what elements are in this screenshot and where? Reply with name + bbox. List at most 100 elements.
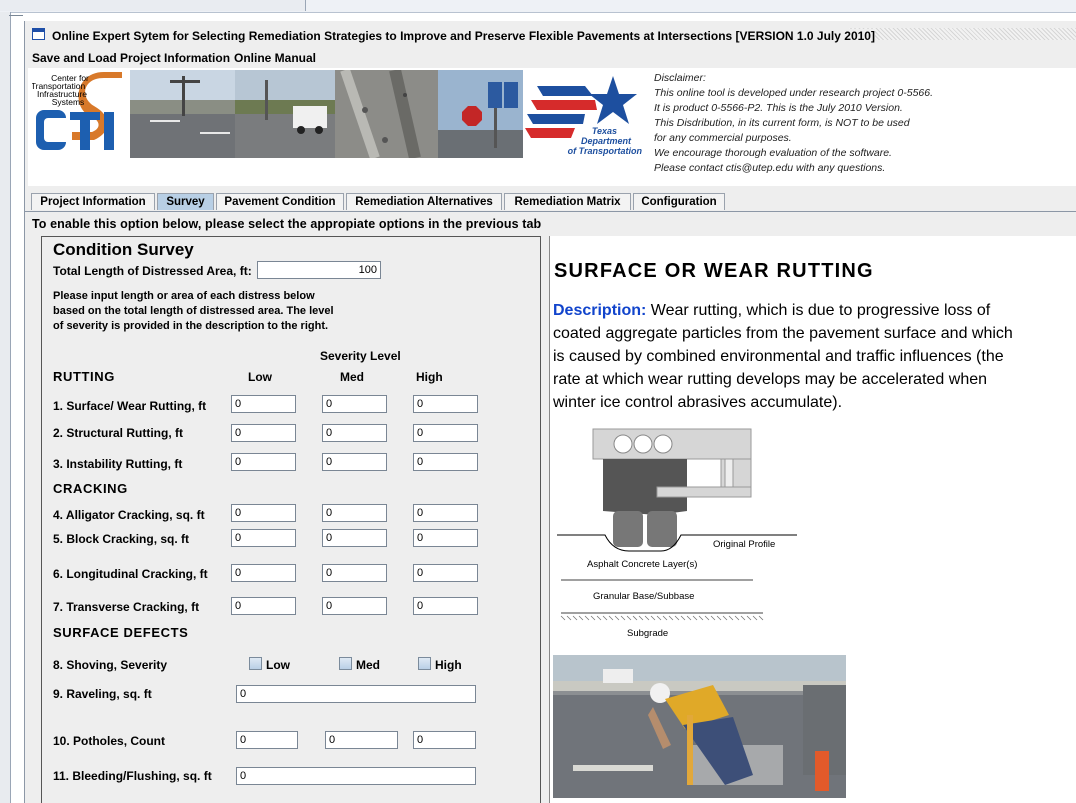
- potholes-low-input[interactable]: 0: [236, 731, 298, 749]
- window-title: Online Expert Sytem for Selecting Remedi…: [52, 29, 875, 43]
- browser-top-strip: [0, 0, 1076, 13]
- row-label: 7. Transverse Cracking, ft: [53, 600, 200, 614]
- surface-rutting-low-input[interactable]: 0: [231, 395, 296, 413]
- instructions-line: Please input length or area of each dist…: [53, 290, 315, 302]
- browser-tab[interactable]: [0, 0, 306, 11]
- txdot-logo: Texas Department of Transportation: [525, 76, 643, 156]
- total-length-input[interactable]: 100: [257, 261, 381, 279]
- disclaimer-line: This Disdribution, in its current form, …: [654, 117, 910, 129]
- ctis-logo: Center for Transportation Infrastructure…: [32, 72, 122, 150]
- shoving-high-label: High: [435, 658, 462, 672]
- description-line: coated aggregate particles from the pave…: [553, 325, 1013, 342]
- pavement-photo: [335, 70, 438, 158]
- transverse-cracking-high-input[interactable]: 0: [413, 597, 478, 615]
- row-label: 6. Longitudinal Cracking, ft: [53, 567, 208, 581]
- instability-rutting-low-input[interactable]: 0: [231, 453, 296, 471]
- diagram-base: Granular Base/Subbase: [593, 591, 694, 602]
- transverse-cracking-low-input[interactable]: 0: [231, 597, 296, 615]
- txdot-text-3: of Transportation: [568, 146, 643, 156]
- potholes-label: 10. Potholes, Count: [53, 734, 166, 748]
- level-low: Low: [248, 370, 272, 384]
- disclaimer-line: We encourage thorough evaluation of the …: [654, 147, 892, 159]
- diagram-asphalt: Asphalt Concrete Layer(s): [587, 559, 697, 570]
- section-surface-defects: SURFACE DEFECTS: [53, 625, 189, 640]
- longitudinal-cracking-med-input[interactable]: 0: [322, 564, 387, 582]
- disclaimer-line: Disclaimer:: [654, 72, 706, 84]
- instability-rutting-med-input[interactable]: 0: [322, 453, 387, 471]
- block-cracking-med-input[interactable]: 0: [322, 529, 387, 547]
- diagram-subgrade: Subgrade: [627, 628, 668, 639]
- longitudinal-cracking-low-input[interactable]: 0: [231, 564, 296, 582]
- description-keyword: Description:: [553, 302, 647, 319]
- window-icon: [32, 28, 45, 40]
- instructions-line: of severity is provided in the descripti…: [53, 320, 329, 332]
- diagram-original-profile: Original Profile: [713, 539, 775, 550]
- raveling-label: 9. Raveling, sq. ft: [53, 687, 152, 701]
- surface-rutting-high-input[interactable]: 0: [413, 395, 478, 413]
- row-label: 4. Alligator Cracking, sq. ft: [53, 508, 205, 522]
- shoving-med-label: Med: [356, 658, 380, 672]
- row-label: 5. Block Cracking, sq. ft: [53, 532, 190, 546]
- description-line: Description: Wear rutting, which is due …: [553, 302, 990, 320]
- alligator-cracking-high-input[interactable]: 0: [413, 504, 478, 522]
- row-label: 1. Surface/ Wear Rutting, ft: [53, 399, 207, 413]
- enable-notice: To enable this option below, please sele…: [32, 217, 542, 231]
- potholes-high-input[interactable]: 0: [413, 731, 476, 749]
- street-signs-photo: [438, 70, 523, 158]
- section-rutting: RUTTING: [53, 369, 115, 384]
- description-line: winter ice control abrasives accumulate)…: [553, 394, 843, 411]
- disclaimer-line: for any commercial purposes.: [654, 132, 792, 144]
- section-cracking: CRACKING: [53, 481, 128, 496]
- surface-rutting-med-input[interactable]: 0: [322, 395, 387, 413]
- instructions-line: based on the total length of distressed …: [53, 305, 334, 317]
- shoving-med-checkbox[interactable]: [339, 657, 352, 670]
- intersection-photo-2: [235, 70, 335, 158]
- wear-rutting-diagram: Original Profile Asphalt Concrete Layer(…: [557, 428, 797, 639]
- disclaimer-line: Please contact ctis@utep.edu with any qu…: [654, 162, 886, 174]
- structural-rutting-high-input[interactable]: 0: [413, 424, 478, 442]
- bleeding-label: 11. Bleeding/Flushing, sq. ft: [53, 769, 212, 783]
- tab-survey[interactable]: Survey: [157, 193, 214, 210]
- description-line: is caused by combined environmental and …: [553, 348, 1004, 365]
- txdot-text-2: Department: [581, 136, 632, 146]
- tab-configuration[interactable]: Configuration: [633, 193, 725, 210]
- menu-online-manual[interactable]: Online Manual: [234, 51, 316, 65]
- txdot-text-1: Texas: [592, 126, 617, 136]
- left-edge-bar: [0, 12, 23, 803]
- description-line: rate at which wear rutting develops may …: [553, 371, 988, 388]
- tab-remediation-matrix[interactable]: Remediation Matrix: [504, 193, 631, 210]
- raveling-input[interactable]: 0: [236, 685, 476, 703]
- shoving-low-checkbox[interactable]: [249, 657, 262, 670]
- tab-pavement-condition[interactable]: Pavement Condition: [216, 193, 344, 210]
- disclaimer-line: It is product 0-5566-P2. This is the Jul…: [654, 102, 903, 114]
- disclaimer-line: This online tool is developed under rese…: [654, 87, 934, 99]
- tab-remediation-alternatives[interactable]: Remediation Alternatives: [346, 193, 502, 210]
- field-inspection-photo: [553, 655, 846, 798]
- description-heading: SURFACE OR WEAR RUTTING: [554, 260, 874, 282]
- severity-header: Severity Level: [320, 349, 401, 363]
- tab-project-information[interactable]: Project Information: [31, 193, 155, 210]
- potholes-med-input[interactable]: 0: [325, 731, 398, 749]
- structural-rutting-med-input[interactable]: 0: [322, 424, 387, 442]
- row-label: 2. Structural Rutting, ft: [53, 426, 183, 440]
- shoving-high-checkbox[interactable]: [418, 657, 431, 670]
- shoving-label: 8. Shoving, Severity: [53, 658, 168, 672]
- description-text: Wear rutting, which is due to progressiv…: [646, 302, 991, 319]
- row-label: 3. Instability Rutting, ft: [53, 457, 183, 471]
- intersection-photo-1: [130, 70, 235, 158]
- total-length-label: Total Length of Distressed Area, ft:: [53, 264, 252, 278]
- bleeding-input[interactable]: 0: [236, 767, 476, 785]
- alligator-cracking-low-input[interactable]: 0: [231, 504, 296, 522]
- block-cracking-low-input[interactable]: 0: [231, 529, 296, 547]
- level-high: High: [416, 370, 443, 384]
- block-cracking-high-input[interactable]: 0: [413, 529, 478, 547]
- logo-text-4: Systems: [52, 97, 85, 107]
- longitudinal-cracking-high-input[interactable]: 0: [413, 564, 478, 582]
- instability-rutting-high-input[interactable]: 0: [413, 453, 478, 471]
- menu-save-load[interactable]: Save and Load Project Information: [32, 51, 230, 65]
- alligator-cracking-med-input[interactable]: 0: [322, 504, 387, 522]
- transverse-cracking-med-input[interactable]: 0: [322, 597, 387, 615]
- structural-rutting-low-input[interactable]: 0: [231, 424, 296, 442]
- level-med: Med: [340, 370, 364, 384]
- shoving-low-label: Low: [266, 658, 290, 672]
